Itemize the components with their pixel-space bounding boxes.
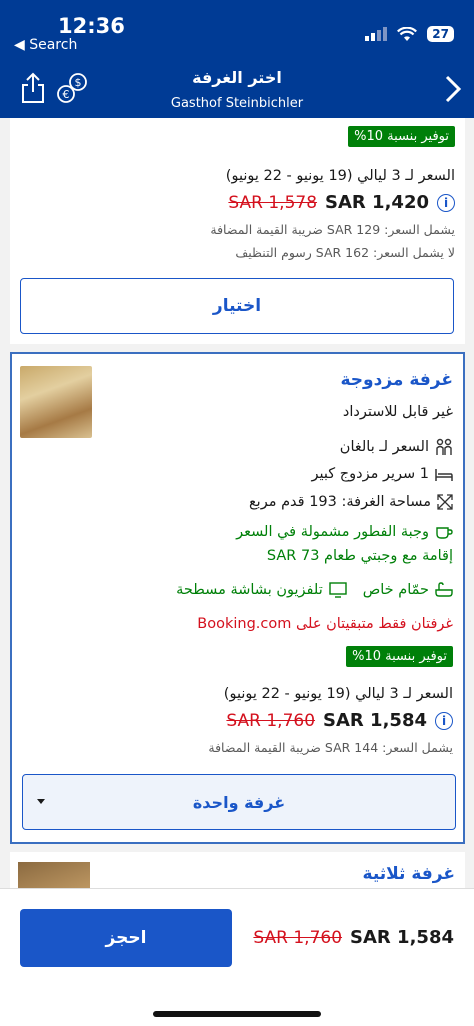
price-new: SAR 1,584 [323, 710, 427, 731]
size-icon [437, 494, 453, 510]
room-title[interactable]: غرفة مزدوجة [340, 370, 453, 390]
total-price-new: SAR 1,584 [350, 927, 454, 948]
price-new: SAR 1,420 [325, 192, 429, 213]
persons-icon [436, 438, 452, 455]
stay-info: السعر لـ 3 ليالي (19 يونيو - 22 يونيو) [225, 168, 455, 184]
bed-row: 1 سرير مزدوج كبير [312, 466, 454, 482]
price-row: SAR 1,578 SAR 1,420 i [228, 192, 455, 213]
price-old: SAR 1,760 [226, 710, 316, 731]
bath-label: حمّام خاص [362, 582, 429, 598]
book-button[interactable]: احجز [20, 909, 232, 967]
size-row: مساحة الغرفة: 193 قدم مربع [249, 494, 453, 510]
signal-icon [365, 27, 388, 41]
tv-icon [329, 582, 347, 598]
bed-icon [435, 469, 453, 481]
vat-note: يشمل السعر: SAR 129 ضريبة القيمة المضافة [210, 222, 455, 237]
cleaning-note: لا يشمل السعر: SAR 162 رسوم التنظيف [235, 245, 455, 260]
room-card-1: توفير بنسبة 10% السعر لـ 3 ليالي (19 يون… [10, 118, 465, 344]
occupancy-row: السعر لـ بالغان [340, 438, 453, 456]
room-photo[interactable] [20, 366, 92, 438]
wifi-icon [397, 26, 418, 41]
room-card-3: غرفة ثلاثية [10, 852, 465, 892]
total-price: SAR 1,760 SAR 1,584 [253, 927, 454, 948]
info-icon[interactable]: i [435, 711, 453, 730]
stay-info: السعر لـ 3 ليالي (19 يونيو - 22 يونيو) [223, 686, 453, 702]
refund-policy: غير قابل للاسترداد [342, 404, 453, 420]
breakfast-icon [436, 527, 453, 539]
price-row: SAR 1,760 SAR 1,584 i [226, 710, 453, 731]
price-old: SAR 1,578 [228, 192, 318, 213]
booking-footer: احجز SAR 1,760 SAR 1,584 [0, 888, 474, 1026]
occupancy-label: السعر لـ بالغان [339, 439, 429, 455]
room-quantity-select[interactable]: غرفة واحدة [22, 774, 456, 830]
back-to-search[interactable]: ◀ Search [14, 37, 77, 53]
vat-note: يشمل السعر: SAR 144 ضريبة القيمة المضافة [208, 740, 453, 755]
tv-label: تلفزيون بشاشة مسطحة [176, 582, 323, 598]
page-title: اختر الغرفة [192, 68, 282, 87]
home-indicator [153, 1011, 321, 1017]
select-room-button[interactable]: اختيار [20, 278, 454, 334]
discount-badge: توفير بنسبة 10% [346, 646, 453, 667]
top-header: 12:36 ◀ Search 27 $ € اختر الغرفة Gastho… [0, 0, 474, 118]
amenities-row: حمّام خاص تلفزيون بشاشة مسطحة [176, 582, 453, 598]
bath-icon [435, 582, 453, 597]
breakfast-row: وجبة الفطور مشمولة في السعر [236, 524, 453, 540]
room-title[interactable]: غرفة ثلاثية [363, 864, 455, 884]
total-price-old: SAR 1,760 [253, 927, 343, 948]
bed-label: 1 سرير مزدوج كبير [311, 466, 430, 482]
status-icons: 27 [365, 26, 454, 42]
size-label: مساحة الغرفة: 193 قدم مربع [248, 494, 431, 510]
halfboard-label: إقامة مع وجبتي طعام SAR 73 [266, 548, 453, 564]
room-card-2: غرفة مزدوجة غير قابل للاسترداد السعر لـ … [10, 352, 465, 844]
chevron-right-icon[interactable] [444, 74, 462, 104]
caret-down-icon [37, 799, 45, 804]
scarcity-message: غرفتان فقط متبقيتان على Booking.com [197, 616, 453, 632]
hotel-name: Gasthof Steinbichler [170, 96, 304, 111]
room-quantity-value: غرفة واحدة [192, 792, 286, 812]
breakfast-label: وجبة الفطور مشمولة في السعر [236, 524, 429, 540]
info-icon[interactable]: i [437, 193, 455, 212]
status-time: 12:36 [58, 14, 125, 38]
battery-indicator: 27 [427, 26, 454, 42]
discount-badge: توفير بنسبة 10% [348, 126, 455, 147]
